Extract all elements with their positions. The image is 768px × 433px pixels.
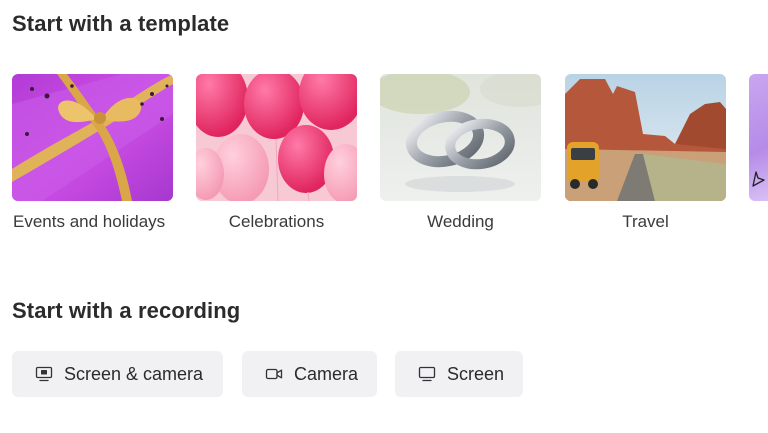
camera-button[interactable]: Camera bbox=[242, 351, 377, 397]
screen-and-camera-button[interactable]: Screen & camera bbox=[12, 351, 223, 397]
camera-label: Camera bbox=[294, 363, 359, 384]
events-and-holidays-thumbnail[interactable] bbox=[12, 74, 173, 201]
template-tile-label: Wedding bbox=[427, 212, 494, 231]
celebrations-thumbnail[interactable] bbox=[196, 74, 357, 201]
template-tile-celebrations[interactable]: Celebrations bbox=[196, 74, 357, 244]
template-tile-label: Celebrations bbox=[228, 212, 325, 231]
screen-icon bbox=[417, 364, 437, 384]
template-tile-next-partial[interactable] bbox=[749, 74, 768, 201]
create-video-panel: Start with a template Events and holiday… bbox=[0, 0, 768, 433]
template-tile-wedding[interactable]: Wedding bbox=[380, 74, 541, 244]
cursor-arrow-icon bbox=[752, 171, 765, 187]
screen-button[interactable]: Screen bbox=[395, 351, 523, 397]
camera-icon bbox=[264, 364, 284, 384]
travel-thumbnail[interactable] bbox=[565, 74, 726, 201]
template-tile-events-and-holidays[interactable]: Events and holidays bbox=[12, 74, 173, 244]
screen-camera-icon bbox=[34, 364, 54, 384]
template-tile-label: Travel bbox=[622, 212, 669, 231]
recording-section-title: Start with a recording bbox=[12, 298, 241, 323]
template-tile-travel[interactable]: Travel bbox=[565, 74, 726, 244]
screen-and-camera-label: Screen & camera bbox=[64, 363, 204, 384]
template-tile-label: Events and holidays bbox=[13, 212, 166, 231]
template-section-title: Start with a template bbox=[12, 11, 230, 36]
screen-label: Screen bbox=[447, 363, 505, 384]
wedding-thumbnail[interactable] bbox=[380, 74, 541, 201]
